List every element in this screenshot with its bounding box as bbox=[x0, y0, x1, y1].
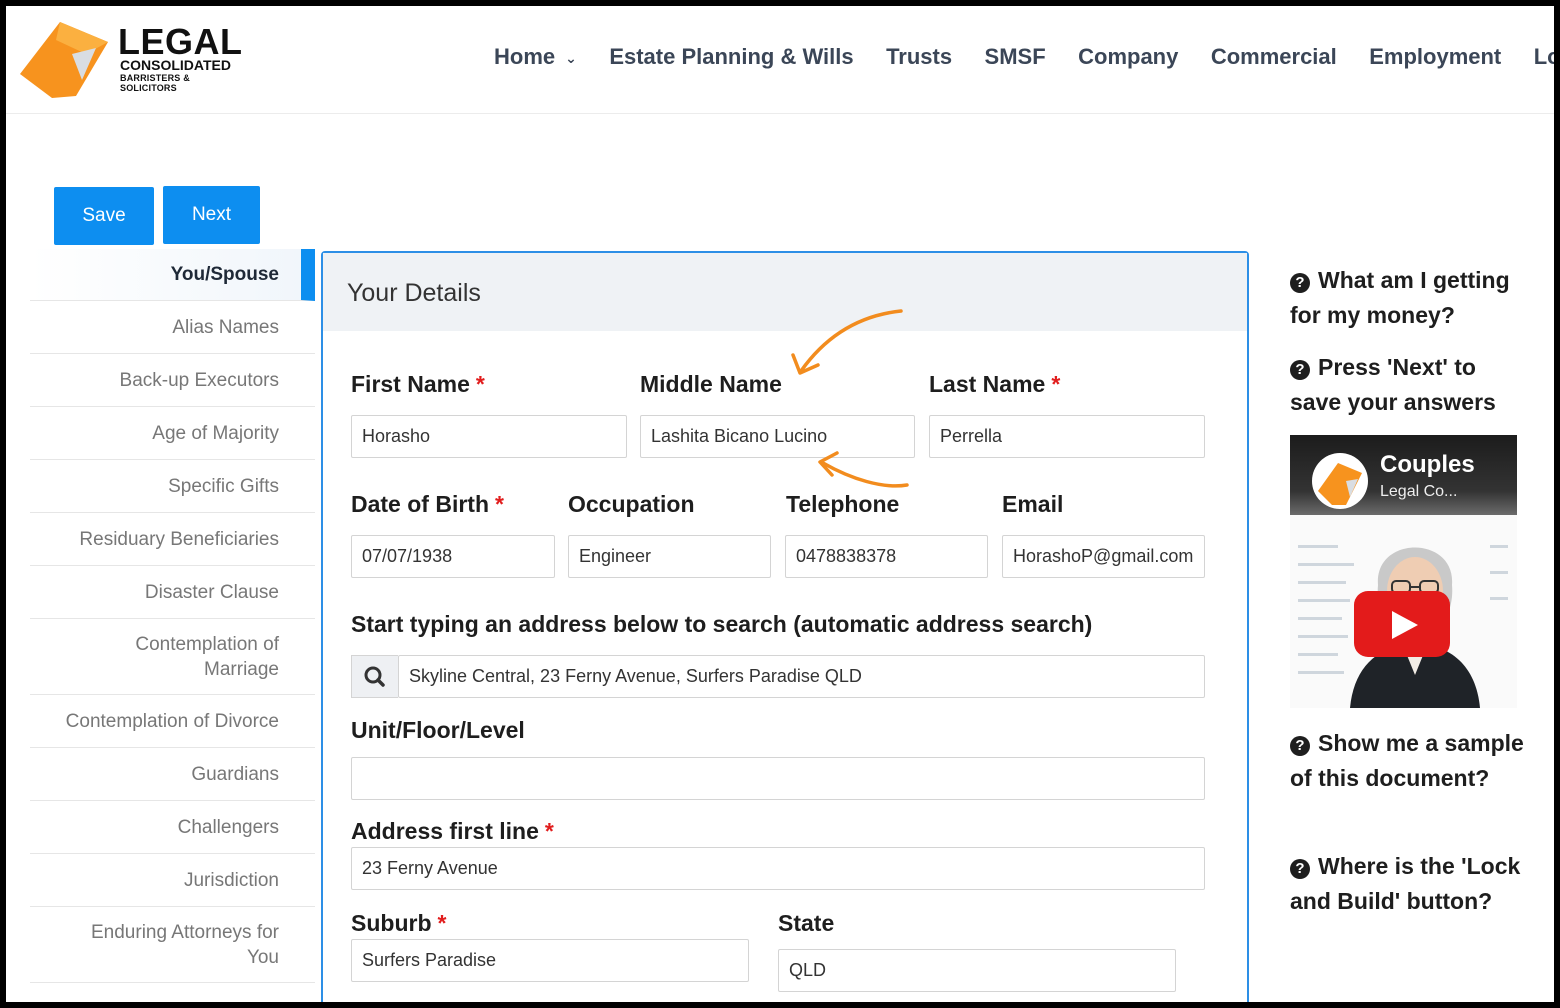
required-mark: * bbox=[544, 818, 554, 844]
address-line1-field[interactable]: 23 Ferny Avenue bbox=[351, 847, 1205, 890]
help-link-sample[interactable]: ? Show me a sample of this document? bbox=[1290, 726, 1530, 796]
sidebar-item-specific-gifts[interactable]: Specific Gifts bbox=[30, 460, 315, 513]
nav-login[interactable]: Log bbox=[1534, 42, 1554, 72]
video-thumbnail[interactable]: Couples Legal Co... bbox=[1290, 435, 1517, 708]
address-search-input[interactable]: Skyline Central, 23 Ferny Avenue, Surfer… bbox=[398, 655, 1205, 698]
nav-estate-planning[interactable]: Estate Planning & Wills bbox=[609, 42, 853, 72]
nav-home-label: Home bbox=[494, 44, 556, 69]
telephone-field[interactable]: 0478838378 bbox=[785, 535, 988, 578]
main-nav: Home ⌄ Estate Planning & Wills Trusts SMS… bbox=[494, 42, 1554, 72]
page-frame: LEGAL CONSOLIDATED BARRISTERS & SOLICITO… bbox=[6, 6, 1554, 1002]
suburb-label: Suburb * bbox=[351, 910, 446, 937]
address-search-label: Start typing an address below to search … bbox=[351, 611, 1093, 637]
logo-mark-icon bbox=[1312, 453, 1368, 509]
nav-company[interactable]: Company bbox=[1078, 42, 1178, 72]
state-field[interactable]: QLD bbox=[778, 949, 1176, 992]
required-mark: * bbox=[1051, 371, 1061, 397]
sidebar-item-contemplation-marriage[interactable]: Contemplation of Marriage bbox=[30, 619, 315, 695]
page-title: Your Details bbox=[347, 279, 481, 307]
unit-field[interactable] bbox=[351, 757, 1205, 800]
occupation-field[interactable]: Engineer bbox=[568, 535, 771, 578]
help-link-next[interactable]: ? Press 'Next' to save your answers bbox=[1290, 350, 1530, 420]
state-label: State bbox=[778, 910, 835, 936]
address-line1-label-text: Address first line bbox=[351, 818, 539, 844]
question-circle-icon: ? bbox=[1290, 736, 1310, 756]
doc-line bbox=[1298, 545, 1338, 548]
last-name-field[interactable]: Perrella bbox=[929, 415, 1205, 458]
sidebar-item-enduring-attorneys[interactable]: Enduring Attorneys for You bbox=[30, 907, 315, 983]
nav-smsf[interactable]: SMSF bbox=[985, 42, 1046, 72]
doc-line bbox=[1490, 597, 1508, 600]
middle-name-field[interactable]: Lashita Bicano Lucino bbox=[640, 415, 915, 458]
email-label: Email bbox=[1002, 491, 1064, 517]
first-name-label: First Name * bbox=[351, 371, 485, 398]
next-button[interactable]: Next bbox=[163, 186, 260, 244]
dob-label: Date of Birth * bbox=[351, 491, 504, 518]
sidebar-item-alias-names[interactable]: Alias Names bbox=[30, 301, 315, 354]
last-name-label-text: Last Name bbox=[929, 371, 1046, 397]
doc-line bbox=[1298, 671, 1344, 674]
doc-line bbox=[1298, 581, 1346, 584]
video-subtitle: Legal Co... bbox=[1380, 483, 1458, 500]
email-field[interactable]: HorashoP@gmail.com bbox=[1002, 535, 1205, 578]
logo-mark-icon bbox=[20, 22, 108, 98]
sidebar-item-contemplation-divorce[interactable]: Contemplation of Divorce bbox=[30, 695, 315, 748]
site-header: LEGAL CONSOLIDATED BARRISTERS & SOLICITO… bbox=[6, 6, 1554, 114]
nav-commercial[interactable]: Commercial bbox=[1211, 42, 1337, 72]
required-mark: * bbox=[475, 371, 485, 397]
first-name-field[interactable]: Horasho bbox=[351, 415, 627, 458]
help-link-sample-text: Show me a sample of this document? bbox=[1290, 730, 1524, 791]
magnifier-icon bbox=[364, 666, 385, 687]
dob-label-text: Date of Birth bbox=[351, 491, 489, 517]
brand-name: LEGAL bbox=[118, 21, 243, 62]
required-mark: * bbox=[495, 491, 504, 517]
occupation-label: Occupation bbox=[568, 491, 695, 517]
unit-label: Unit/Floor/Level bbox=[351, 717, 525, 743]
middle-name-label: Middle Name bbox=[640, 371, 782, 397]
last-name-label: Last Name * bbox=[929, 371, 1060, 398]
panel-header: Your Details bbox=[323, 253, 1247, 331]
doc-line bbox=[1298, 617, 1342, 620]
video-title: Couples bbox=[1380, 451, 1475, 478]
your-details-panel: Your Details First Name * Middle Name Las… bbox=[321, 251, 1249, 1002]
play-icon[interactable] bbox=[1354, 591, 1450, 657]
telephone-label: Telephone bbox=[786, 491, 900, 517]
sidebar-nav: You/Spouse Alias Names Back-up Executors… bbox=[30, 249, 315, 983]
required-mark: * bbox=[437, 910, 447, 936]
doc-line bbox=[1298, 653, 1338, 656]
sidebar-item-challengers[interactable]: Challengers bbox=[30, 801, 315, 854]
question-circle-icon: ? bbox=[1290, 273, 1310, 293]
help-link-money-text: What am I getting for my money? bbox=[1290, 267, 1510, 328]
doc-line bbox=[1490, 571, 1508, 574]
suburb-field[interactable]: Surfers Paradise bbox=[351, 939, 749, 982]
nav-home[interactable]: Home ⌄ bbox=[494, 42, 577, 73]
save-button[interactable]: Save bbox=[54, 187, 154, 245]
doc-line bbox=[1490, 545, 1508, 548]
first-name-label-text: First Name bbox=[351, 371, 470, 397]
search-icon[interactable] bbox=[351, 655, 398, 698]
address-line1-label: Address first line * bbox=[351, 818, 554, 845]
sidebar-item-residuary-beneficiaries[interactable]: Residuary Beneficiaries bbox=[30, 513, 315, 566]
sidebar-item-jurisdiction[interactable]: Jurisdiction bbox=[30, 854, 315, 907]
question-circle-icon: ? bbox=[1290, 859, 1310, 879]
help-link-lock-build[interactable]: ? Where is the 'Lock and Build' button? bbox=[1290, 849, 1530, 919]
sidebar-item-you-spouse[interactable]: You/Spouse bbox=[30, 249, 315, 301]
dob-field[interactable]: 07/07/1938 bbox=[351, 535, 555, 578]
question-circle-icon: ? bbox=[1290, 360, 1310, 380]
help-link-next-text: Press 'Next' to save your answers bbox=[1290, 354, 1496, 415]
sidebar-item-guardians[interactable]: Guardians bbox=[30, 748, 315, 801]
help-link-money[interactable]: ? What am I getting for my money? bbox=[1290, 263, 1530, 333]
sidebar-item-backup-executors[interactable]: Back-up Executors bbox=[30, 354, 315, 407]
nav-employment[interactable]: Employment bbox=[1369, 42, 1501, 72]
brand-tagline: BARRISTERS & SOLICITORS bbox=[120, 73, 190, 93]
help-link-lock-build-text: Where is the 'Lock and Build' button? bbox=[1290, 853, 1521, 914]
sidebar-item-disaster-clause[interactable]: Disaster Clause bbox=[30, 566, 315, 619]
nav-trusts[interactable]: Trusts bbox=[886, 42, 952, 72]
brand-subtitle: CONSOLIDATED bbox=[120, 57, 231, 73]
suburb-label-text: Suburb bbox=[351, 910, 432, 936]
sidebar-item-age-of-majority[interactable]: Age of Majority bbox=[30, 407, 315, 460]
chevron-down-icon: ⌄ bbox=[565, 50, 577, 67]
video-header: Couples Legal Co... bbox=[1290, 435, 1517, 515]
brand-logo[interactable]: LEGAL CONSOLIDATED BARRISTERS & SOLICITO… bbox=[16, 18, 246, 98]
